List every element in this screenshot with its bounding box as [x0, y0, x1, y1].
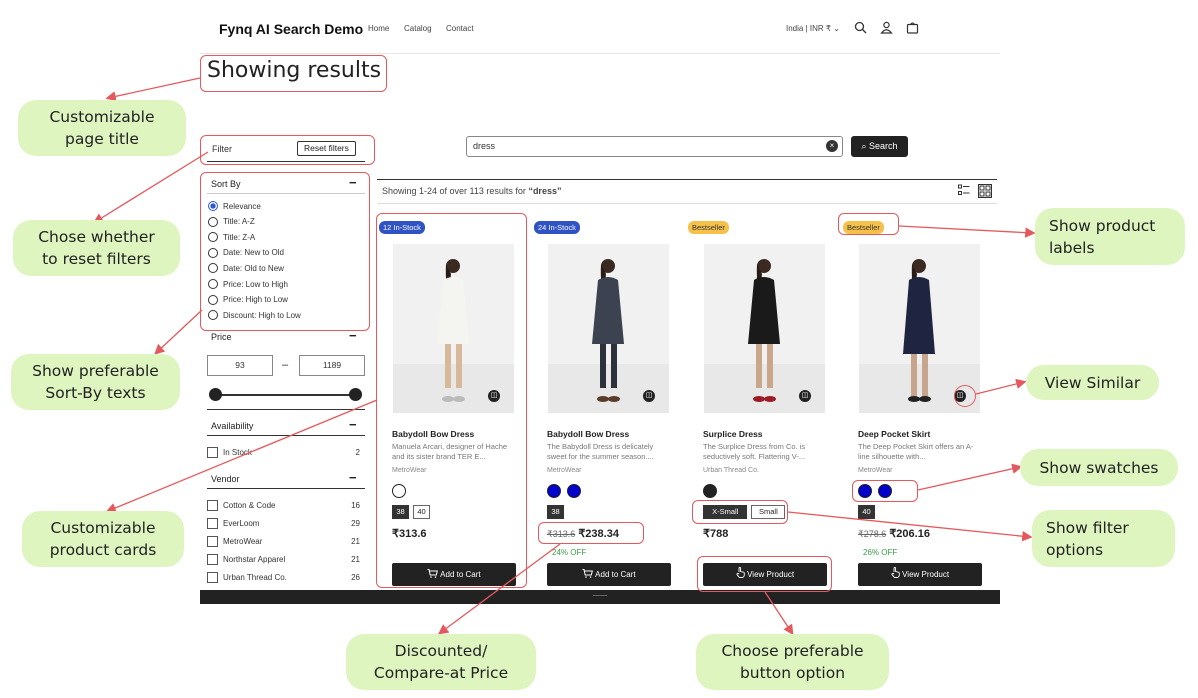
note-labels: Show product labels [1035, 208, 1185, 265]
arrow-filter-options [787, 511, 1033, 542]
note-text: View Similar [1044, 373, 1141, 392]
note-text: Discounted/ Compare-at Price [373, 642, 509, 682]
arrow-discount [437, 543, 561, 635]
note-filter-options: Show filter options [1032, 510, 1175, 567]
note-text: Show swatches [1039, 458, 1159, 477]
arrow-cards [105, 399, 378, 513]
note-sortby: Show preferable Sort-By texts [11, 354, 180, 410]
note-button: Choose preferable button option [696, 634, 889, 690]
note-similar: View Similar [1026, 365, 1159, 400]
arrow-reset [92, 151, 209, 224]
note-text: Show product labels [1049, 216, 1156, 257]
arrow-similar [975, 378, 1027, 395]
note-discount: Discounted/ Compare-at Price [346, 634, 536, 690]
arrow-button [764, 591, 794, 636]
note-text: Choose preferable button option [721, 642, 864, 682]
note-cards: Customizable product cards [22, 511, 184, 567]
arrow-labels [898, 225, 1036, 238]
note-text: Chose whether to reset filters [38, 228, 155, 268]
note-swatches: Show swatches [1020, 449, 1178, 486]
note-text: Customizable page title [49, 108, 155, 148]
note-text: Customizable product cards [49, 519, 157, 559]
note-page-title: Customizable page title [18, 100, 186, 156]
note-text: Show filter options [1046, 518, 1129, 559]
note-text: Show preferable Sort-By texts [32, 362, 159, 402]
note-reset: Chose whether to reset filters [13, 220, 180, 276]
arrow-sortby [154, 309, 203, 355]
arrow-page-title [105, 77, 201, 102]
arrow-swatches [917, 463, 1023, 491]
